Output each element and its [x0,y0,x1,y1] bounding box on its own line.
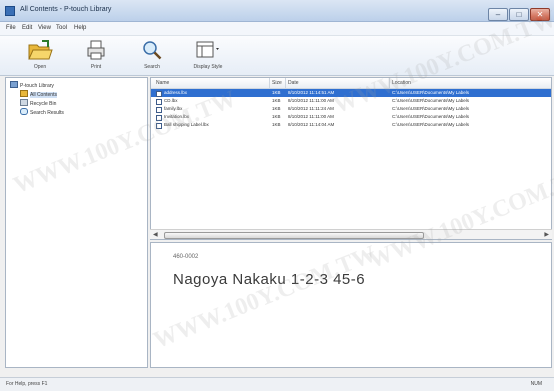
folder-icon [20,90,28,97]
search-label: Search [144,64,160,70]
library-icon [10,81,18,88]
file-name: Invitation.lbx [164,114,190,119]
tree-item-all-contents[interactable]: All Contents [20,90,57,98]
table-row[interactable]: Ball shipping Label.lbx 1KB 8/10/2012 11… [151,121,551,129]
tree-item-search-results[interactable]: Search Results [20,108,64,116]
file-date: 8/10/2012 11:14:51 AM [288,90,335,95]
file-name: family.lbx [164,106,183,111]
status-bar: For Help, press F1 NUM [0,377,554,391]
table-row[interactable]: Invitation.lbx 1KB 8/10/2012 11:11:00 AM… [151,113,551,121]
recycle-bin-icon [20,99,28,106]
column-date[interactable]: Date [288,80,299,86]
tree-root[interactable]: P-touch Library [10,81,54,89]
file-location: C:\Users\USER\Documents\My Labels [392,122,470,127]
toolbar: Open Print Search Display Style [0,36,554,76]
title-bar: All Contents - P-touch Library – □ ✕ [0,0,554,22]
open-label: Open [33,64,47,70]
file-location: C:\Users\USER\Documents\My Labels [392,114,470,119]
column-location[interactable]: Location [392,80,411,86]
printer-icon [87,40,105,60]
print-label: Print [90,64,102,70]
menu-view[interactable]: View [38,25,51,31]
display-style-button[interactable]: Display Style [184,39,232,70]
menu-bar: File Edit View Tool Help [0,22,554,36]
folder-open-icon [28,40,53,60]
maximize-button[interactable]: □ [509,8,529,21]
list-header: Name Size Date Location [151,78,551,89]
folder-tree: P-touch Library All Contents Recycle Bin… [5,77,148,368]
file-size: 1KB [272,114,281,119]
column-name[interactable]: Name [156,80,169,86]
tree-item-recycle-bin[interactable]: Recycle Bin [20,99,56,107]
search-button[interactable]: Search [134,39,170,70]
preview-line-1: 460-0002 [173,254,199,260]
menu-file[interactable]: File [6,25,16,31]
scrollbar-thumb[interactable] [164,232,424,239]
table-row[interactable]: family.lbx 1KB 8/10/2012 11:11:24 AM C:\… [151,105,551,113]
file-size: 1KB [272,106,281,111]
file-name: address.lbx [164,90,188,95]
menu-edit[interactable]: Edit [22,25,32,31]
file-size: 1KB [272,98,281,103]
scroll-left-icon[interactable]: ◀ [153,231,158,238]
horizontal-scrollbar[interactable]: ◀ ▶ [150,229,552,239]
table-row[interactable]: CD.lbx 1KB 8/10/2012 11:11:00 AM C:\User… [151,97,551,105]
file-date: 8/10/2012 11:14:04 AM [288,122,335,127]
file-location: C:\Users\USER\Documents\My Labels [392,98,470,103]
file-location: C:\Users\USER\Documents\My Labels [392,90,470,95]
preview-line-2: Nagoya Nakaku 1-2-3 45-6 [173,271,366,288]
file-date: 8/10/2012 11:11:00 AM [288,114,334,119]
file-name: Ball shipping Label.lbx [164,122,209,127]
open-button[interactable]: Open [22,39,58,70]
file-date: 8/10/2012 11:11:00 AM [288,98,334,103]
search-icon [143,41,162,60]
menu-tool[interactable]: Tool [56,25,67,31]
file-checkbox[interactable] [156,123,162,129]
window-title: All Contents - P-touch Library [20,6,112,13]
file-location: C:\Users\USER\Documents\My Labels [392,106,470,111]
display-style-icon [196,41,219,58]
minimize-button[interactable]: – [488,8,508,21]
file-size: 1KB [272,122,281,127]
file-size: 1KB [272,90,281,95]
file-date: 8/10/2012 11:11:24 AM [288,106,334,111]
column-size[interactable]: Size [272,80,282,86]
file-name: CD.lbx [164,98,178,103]
print-button[interactable]: Print [78,39,114,70]
app-icon [5,6,15,16]
search-results-icon [20,108,28,115]
scroll-right-icon[interactable]: ▶ [544,231,549,238]
status-text: For Help, press F1 [6,381,48,387]
table-row[interactable]: address.lbx 1KB 8/10/2012 11:14:51 AM C:… [151,89,551,97]
close-button[interactable]: ✕ [530,8,550,21]
file-list: Name Size Date Location address.lbx 1KB … [150,77,552,240]
status-num: NUM [530,381,542,387]
menu-help[interactable]: Help [74,25,86,31]
label-preview: 460-0002 Nagoya Nakaku 1-2-3 45-6 [150,242,552,368]
display-style-label: Display Style [193,64,223,70]
